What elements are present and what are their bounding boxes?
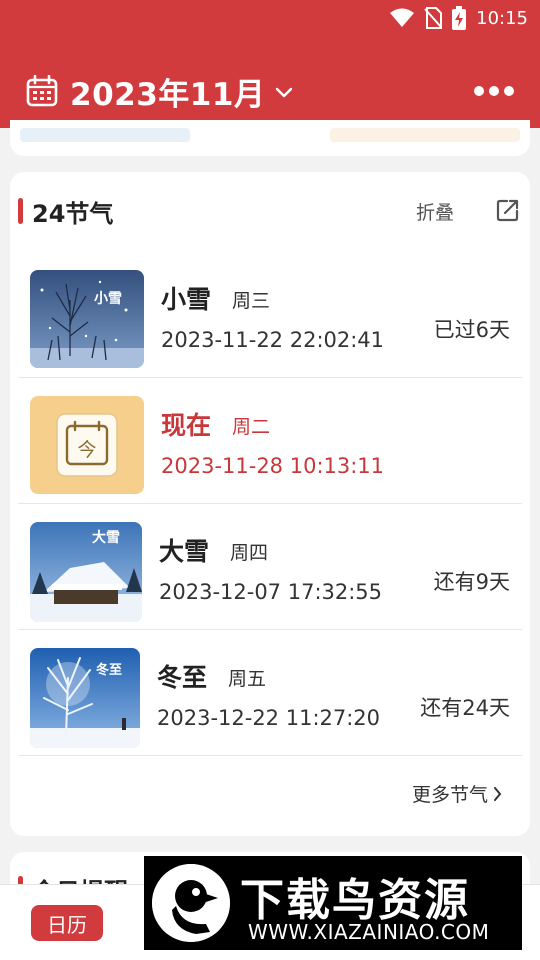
term-weekday: 周二: [232, 416, 271, 438]
section-title: 24节气: [32, 200, 114, 228]
term-relative-days: 已过6天: [433, 318, 510, 342]
solar-terms-card: 24节气 折叠 小雪 小雪 周三 2023-11-22 22:02:41 已过6…: [10, 172, 530, 836]
app-bar: 10:15 2023年11月: [0, 0, 540, 128]
term-weekday: 周五: [228, 668, 267, 690]
thumb-label: 大雪: [92, 529, 120, 546]
solar-term-row-xiaoxue[interactable]: 小雪 小雪 周三 2023-11-22 22:02:41 已过6天: [18, 252, 522, 378]
section-accent-bar: [18, 198, 23, 224]
term-thumbnail: 冬至: [30, 648, 140, 748]
snowy-tree-image: 小雪: [30, 270, 144, 368]
term-thumbnail: 小雪: [30, 270, 144, 368]
watermark-brand: 下载鸟资源: [240, 875, 470, 926]
chevron-right-icon: [494, 786, 502, 801]
today-calendar-icon: 今: [56, 413, 118, 477]
solar-term-row-daxue[interactable]: 大雪 大雪 周四 2023-12-07 17:32:55 还有9天: [18, 504, 522, 630]
term-thumbnail: 大雪: [30, 522, 142, 622]
solar-term-row-dongzhi[interactable]: 冬至 冬至 周五 2023-12-22 11:27:20 还有24天: [18, 630, 522, 756]
month-selector[interactable]: 2023年11月: [26, 68, 293, 114]
battery-charging-icon: [452, 6, 467, 30]
dot-icon: [504, 86, 514, 96]
fold-button[interactable]: 折叠: [416, 198, 454, 225]
chevron-down-icon[interactable]: [275, 87, 293, 99]
snowy-cabin-image: 大雪: [30, 522, 142, 622]
term-datetime: 2023-12-07 17:32:55: [159, 580, 383, 604]
thumb-label: 冬至: [96, 662, 122, 678]
bird-logo-icon: [152, 864, 230, 942]
term-name: 大雪: [159, 537, 210, 566]
more-options-button[interactable]: [474, 80, 514, 102]
dot-icon: [489, 86, 499, 96]
term-weekday: 周三: [232, 290, 271, 312]
term-datetime: 2023-11-22 22:02:41: [161, 328, 385, 352]
wifi-icon: [390, 8, 415, 27]
today-tile: 今: [30, 396, 144, 494]
term-name: 冬至: [157, 663, 208, 692]
frosted-tree-image: 冬至: [30, 648, 140, 748]
term-datetime: 2023-11-28 10:13:11: [161, 454, 385, 478]
calendar-card-strip: [20, 128, 190, 142]
solar-term-row-now[interactable]: 今 现在 周二 2023-11-28 10:13:11: [18, 378, 522, 504]
more-terms-link[interactable]: 更多节气: [412, 780, 502, 807]
term-datetime: 2023-12-22 11:27:20: [157, 706, 381, 730]
more-terms-label: 更多节气: [411, 784, 488, 806]
term-relative-days: 还有24天: [420, 696, 510, 720]
tab-calendar[interactable]: 日历: [31, 905, 103, 941]
calendar-icon: [26, 75, 58, 107]
watermark-url: WWW.XIAZAINIAO.COM: [248, 920, 490, 944]
dot-icon: [474, 86, 484, 96]
status-bar: 10:15: [390, 6, 528, 30]
term-name: 现在: [161, 411, 212, 440]
thumb-label: 小雪: [94, 290, 122, 307]
term-weekday: 周四: [230, 542, 269, 564]
share-icon[interactable]: [496, 198, 520, 222]
calendar-card-bottom-edge: [10, 120, 530, 156]
term-name: 小雪: [161, 285, 212, 314]
clock: 10:15: [476, 7, 528, 29]
month-title[interactable]: 2023年11月: [70, 69, 265, 114]
no-sim-icon: [424, 7, 443, 29]
calendar-card-strip: [330, 128, 520, 142]
thumb-label: 今: [77, 439, 96, 461]
term-relative-days: 还有9天: [433, 570, 510, 594]
watermark-overlay: 下载鸟资源 WWW.XIAZAINIAO.COM: [144, 856, 522, 950]
